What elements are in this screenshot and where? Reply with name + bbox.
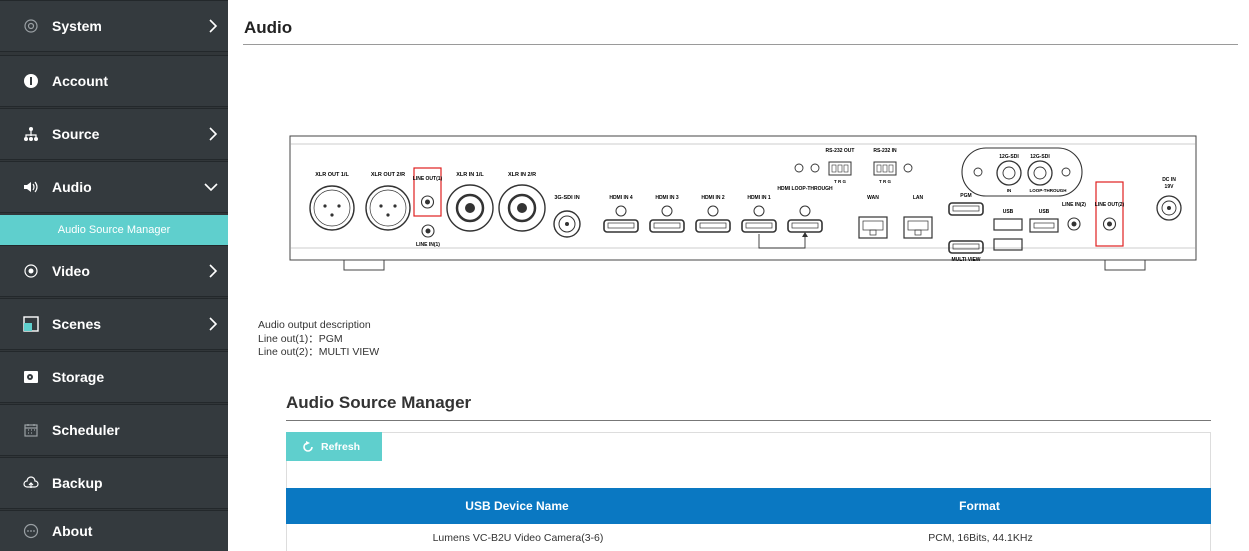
sidebar-item-account[interactable]: Account xyxy=(0,55,228,107)
title-divider xyxy=(243,44,1238,45)
section-divider xyxy=(286,420,1211,421)
label-lan: LAN xyxy=(913,195,924,201)
chevron-right-icon xyxy=(208,127,218,141)
chevron-right-icon xyxy=(208,317,218,331)
device-rear-panel-diagram: XLR OUT 1/L XLR OUT 2/R LINE OUT(1) LINE… xyxy=(289,135,1197,271)
refresh-button[interactable]: Refresh xyxy=(286,432,382,461)
sidebar-item-label: Source xyxy=(52,126,100,142)
sidebar-item-scenes[interactable]: Scenes xyxy=(0,298,228,350)
label-xlr-out-2: XLR OUT 2/R xyxy=(371,172,405,178)
label-dc-in: DC IN xyxy=(1162,177,1176,183)
label-usb-a: USB xyxy=(1003,209,1014,215)
label-hdmi-in-1: HDMI IN 1 xyxy=(747,195,771,201)
description-line-out-1: Line out(1)：PGM xyxy=(258,332,343,345)
storage-icon xyxy=(23,369,39,385)
label-line-in-2: LINE IN(2) xyxy=(1062,202,1086,208)
chevron-right-icon xyxy=(208,264,218,278)
sidebar: System Account Source Audio Audio Source… xyxy=(0,0,228,551)
sidebar-item-label: Storage xyxy=(52,369,105,385)
label-12g-sdi-loop: LOOP-THROUGH xyxy=(1030,188,1067,193)
sidebar-item-video[interactable]: Video xyxy=(0,245,228,297)
label-pgm: PGM xyxy=(960,193,971,199)
label-rs232-in: RS-232 IN xyxy=(873,148,897,154)
page-title: Audio xyxy=(244,18,293,37)
sidebar-item-label: Backup xyxy=(52,475,103,491)
label-line-in-1: LINE IN(1) xyxy=(416,242,440,248)
label-line-out-2: LINE OUT(2) xyxy=(1095,202,1125,208)
record-icon xyxy=(23,263,39,279)
column-header-format: Format xyxy=(959,499,1000,513)
sidebar-subitem-audio-source-manager[interactable]: Audio Source Manager xyxy=(0,215,228,245)
cloud-upload-icon xyxy=(23,475,39,491)
sidebar-item-system[interactable]: System xyxy=(0,0,228,52)
label-12g-sdi-a: 12G-SDI xyxy=(999,154,1019,160)
label-dc-volt: 19V xyxy=(1165,184,1175,190)
sidebar-item-scheduler[interactable]: Scheduler xyxy=(0,404,228,456)
column-header-device-name: USB Device Name xyxy=(465,499,569,513)
sidebar-item-label: About xyxy=(52,523,93,539)
sidebar-item-label: Account xyxy=(52,73,108,89)
label-hdmi-in-2: HDMI IN 2 xyxy=(701,195,725,201)
cell-format: PCM, 16Bits, 44.1KHz xyxy=(928,532,1033,544)
description-line-out-2: Line out(2)：MULTI VIEW xyxy=(258,346,380,358)
label-hdmi-loop: HDMI LOOP-THROUGH xyxy=(777,186,833,192)
label-multi-view: MULTI VIEW xyxy=(951,257,980,263)
gear-icon xyxy=(23,18,39,34)
label-trg-in: T R G xyxy=(879,179,891,184)
cell-device-name: Lumens VC-B2U Video Camera(3-6) xyxy=(432,532,604,544)
chevron-right-icon xyxy=(208,19,218,33)
label-sdi-in: 3G-SDI IN xyxy=(554,195,579,201)
table-header: USB Device Name Format xyxy=(286,488,1211,524)
user-icon xyxy=(23,73,39,89)
sidebar-item-backup[interactable]: Backup xyxy=(0,457,228,509)
audio-output-description: Audio output description Line out(1)：PGM… xyxy=(258,319,379,360)
speaker-icon xyxy=(23,179,39,195)
sidebar-item-label: Video xyxy=(52,263,90,279)
calendar-icon xyxy=(23,422,39,438)
label-hdmi-in-4: HDMI IN 4 xyxy=(609,195,633,201)
label-12g-sdi-b: 12G-SDI xyxy=(1030,154,1050,160)
label-wan: WAN xyxy=(867,195,879,201)
label-xlr-in-1: XLR IN 1/L xyxy=(456,172,484,178)
label-usb-b: USB xyxy=(1039,209,1050,215)
label-xlr-out-1: XLR OUT 1/L xyxy=(315,172,349,178)
sidebar-item-label: System xyxy=(52,18,102,34)
sidebar-item-label: Audio xyxy=(52,179,92,195)
section-title: Audio Source Manager xyxy=(286,393,472,412)
info-icon xyxy=(23,523,39,539)
sidebar-item-source[interactable]: Source xyxy=(0,108,228,160)
label-rs232-out: RS-232 OUT xyxy=(826,148,855,154)
table-row[interactable]: Lumens VC-B2U Video Camera(3-6) PCM, 16B… xyxy=(286,524,1211,551)
description-heading: Audio output description xyxy=(258,319,371,331)
refresh-label: Refresh xyxy=(321,440,361,453)
sidebar-item-storage[interactable]: Storage xyxy=(0,351,228,403)
sidebar-item-label: Scenes xyxy=(52,316,102,332)
label-hdmi-in-3: HDMI IN 3 xyxy=(655,195,679,201)
label-12g-sdi-in: IN xyxy=(1007,188,1012,193)
sidebar-item-audio[interactable]: Audio xyxy=(0,161,228,213)
scenes-icon xyxy=(23,316,39,332)
network-icon xyxy=(23,126,39,142)
sidebar-item-label: Scheduler xyxy=(52,422,120,438)
label-line-out-1: LINE OUT(1) xyxy=(413,176,443,182)
label-trg-out: T R G xyxy=(834,179,846,184)
chevron-down-icon xyxy=(204,182,218,192)
refresh-icon xyxy=(302,440,314,453)
sidebar-item-about[interactable]: About xyxy=(0,510,228,551)
label-xlr-in-2: XLR IN 2/R xyxy=(508,172,536,178)
